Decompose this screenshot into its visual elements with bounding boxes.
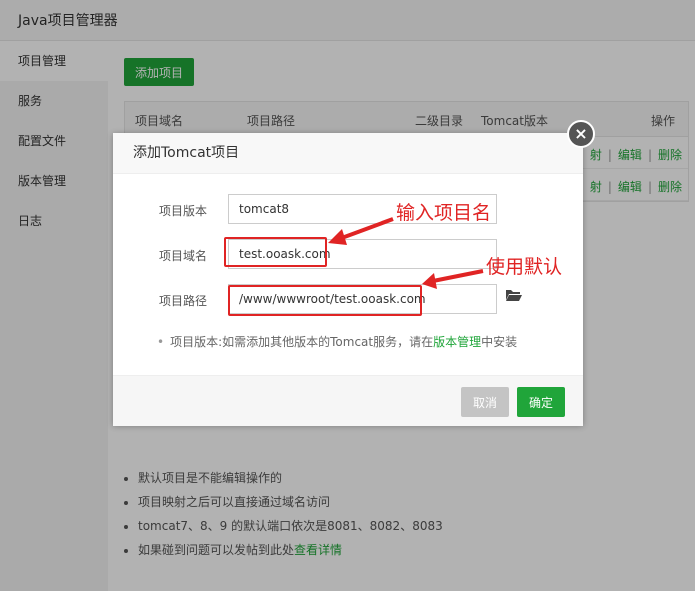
annotation-domain-note: 输入项目名 bbox=[396, 202, 492, 224]
path-arrow-head bbox=[422, 273, 437, 289]
annotation-arrows bbox=[328, 217, 484, 289]
path-arrow-shaft bbox=[432, 269, 484, 283]
domain-arrow-shaft bbox=[338, 217, 394, 241]
domain-arrow-head bbox=[328, 229, 347, 245]
annotation-path-note: 使用默认 bbox=[486, 256, 563, 278]
